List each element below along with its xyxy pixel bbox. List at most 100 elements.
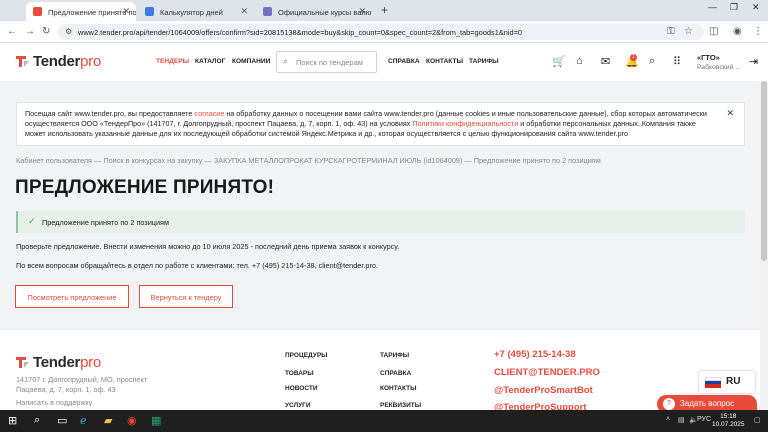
- russia-flag-icon: [705, 377, 721, 389]
- back-icon[interactable]: ←: [7, 26, 17, 37]
- tenderpro-favicon: [33, 7, 42, 16]
- deadline-info: Проверьте предложение. Внести изменения …: [16, 242, 400, 251]
- view-offer-button[interactable]: Посмотреть предложение: [15, 285, 129, 308]
- maximize-icon[interactable]: ❐: [730, 2, 738, 13]
- company-name[interactable]: «ГТО»: [697, 53, 720, 62]
- footer-help[interactable]: СПРАВКА: [380, 370, 411, 377]
- tray-arrow-icon[interactable]: ˄: [666, 416, 670, 423]
- file-explorer-icon[interactable]: ▰: [104, 414, 112, 427]
- logo-mark-icon: [15, 355, 30, 370]
- tab-title: Калькулятор дней: [160, 8, 223, 17]
- logo-mark-icon: [15, 54, 30, 69]
- chat-bubble-icon: ?: [663, 398, 675, 410]
- tab-calculator[interactable]: Калькулятор дней ✕: [138, 2, 254, 21]
- breadcrumb[interactable]: Кабинет пользователя — Поиск в конкурсах…: [16, 156, 601, 165]
- footer-services[interactable]: УСЛУГИ: [285, 402, 311, 409]
- language-selector[interactable]: RU: [699, 371, 755, 393]
- site-info-icon[interactable]: ⚙: [65, 27, 72, 36]
- contact-info: По всем вопросам обращайтесь в отдел по …: [16, 261, 378, 270]
- system-clock[interactable]: 15:18 10.07.2025: [712, 413, 745, 429]
- profile-icon[interactable]: ◉: [733, 26, 742, 37]
- footer-email[interactable]: CLIENT@TENDER.PRO: [494, 367, 600, 378]
- close-tab-icon[interactable]: ✕: [358, 6, 366, 17]
- support-link[interactable]: Написать в поддержку: [16, 398, 92, 408]
- company-region: Рабковский ...: [697, 64, 741, 71]
- site-footer: Tenderpro 141707 г. Долгопрудный, МО, пр…: [0, 329, 760, 413]
- reload-icon[interactable]: ↻: [42, 26, 50, 37]
- new-tab-button[interactable]: +: [381, 3, 388, 17]
- tender-search-input[interactable]: ⌕ Поиск по тендерам: [276, 51, 377, 73]
- check-icon: ✓: [28, 216, 36, 226]
- page-scrollbar[interactable]: [760, 81, 768, 410]
- browser-tab-strip: Предложение принято по 2 п ✕ Калькулятор…: [0, 0, 768, 21]
- footer-requisites[interactable]: РЕКВИЗИТЫ: [380, 402, 421, 409]
- currency-favicon: [263, 7, 272, 16]
- close-tab-icon[interactable]: ✕: [122, 6, 130, 17]
- extensions-icon[interactable]: ◫: [709, 26, 718, 37]
- search-icon: ⌕: [283, 56, 289, 66]
- scrollbar-thumb[interactable]: [761, 81, 767, 261]
- search-icon[interactable]: ⌕: [34, 414, 40, 427]
- tab-active[interactable]: Предложение принято по 2 п ✕: [26, 2, 136, 21]
- notification-badge: 1: [630, 54, 637, 61]
- menu-companies[interactable]: КОМПАНИИ: [232, 58, 270, 65]
- footer-contacts[interactable]: КОНТАКТЫ: [380, 385, 416, 392]
- cookie-notice: Посещая сайт www.tender.pro, вы предоста…: [16, 102, 745, 146]
- ask-label: Задать вопрос: [680, 399, 735, 408]
- url-text: www2.tender.pro/api/tender/1064009/offer…: [78, 28, 523, 37]
- minimize-icon[interactable]: —: [708, 2, 717, 12]
- clock-time: 15:18: [720, 413, 737, 420]
- home-icon[interactable]: ⌂: [576, 55, 583, 67]
- edge-icon[interactable]: ℯ: [80, 414, 87, 427]
- key-icon[interactable]: ⚿: [667, 26, 675, 37]
- forward-icon[interactable]: →: [25, 26, 35, 37]
- tab-currency[interactable]: Официальные курсы валют н ✕: [256, 2, 372, 21]
- search-icon[interactable]: ⌕: [649, 55, 655, 68]
- network-icon[interactable]: ▤: [678, 416, 685, 424]
- clock-date: 10.07.2025: [712, 421, 745, 428]
- site-header: Tenderpro ТЕНДЕРЫ КАТАЛОГ КОМПАНИИ СПРАВ…: [0, 43, 768, 81]
- task-view-icon[interactable]: ▭: [57, 414, 67, 427]
- footer-logo[interactable]: Tenderpro: [15, 354, 101, 371]
- menu-catalog[interactable]: КАТАЛОГ: [195, 58, 225, 65]
- footer-phone[interactable]: +7 (495) 215-14-38: [494, 349, 576, 360]
- bookmark-star-icon[interactable]: ☆: [684, 26, 693, 37]
- logo-text: Tender: [33, 53, 81, 70]
- menu-tariffs[interactable]: ТАРИФЫ: [469, 58, 499, 65]
- back-to-tender-button[interactable]: Вернуться к тендеру: [139, 285, 233, 308]
- footer-tariffs[interactable]: ТАРИФЫ: [380, 352, 409, 359]
- privacy-policy-link[interactable]: Политики конфиденциальности: [412, 119, 518, 128]
- menu-tenders[interactable]: ТЕНДЕРЫ: [156, 58, 189, 65]
- notifications-icon[interactable]: ▢: [754, 416, 761, 424]
- menu-help[interactable]: СПРАВКА: [388, 58, 420, 65]
- url-field[interactable]: ⚙ www2.tender.pro/api/tender/1064009/off…: [58, 24, 704, 40]
- calculator-favicon: [145, 7, 154, 16]
- language-code: RU: [726, 376, 741, 387]
- windows-taskbar: ⊞ ⌕ ▭ ℯ ▰ ◉ ▦ ˄ ▤ 🔈 РУС 15:18 10.07.2025…: [0, 410, 768, 432]
- windows-start-icon[interactable]: ⊞: [8, 414, 17, 427]
- success-alert: ✓ Предложение принято по 2 позициям: [16, 211, 745, 233]
- chrome-icon[interactable]: ◉: [127, 414, 137, 427]
- logout-icon[interactable]: ⇥: [749, 55, 758, 68]
- menu-contacts[interactable]: КОНТАКТЫ: [426, 58, 463, 65]
- footer-procedures[interactable]: ПРОЦЕДУРЫ: [285, 352, 328, 359]
- footer-goods[interactable]: ТОВАРЫ: [285, 370, 314, 377]
- excel-icon[interactable]: ▦: [151, 414, 161, 427]
- footer-telegram-bot[interactable]: @TenderProSmartBot: [494, 385, 593, 396]
- footer-address: 141707 г. Долгопрудный, МО, проспект Пац…: [16, 375, 148, 394]
- page-title: ПРЕДЛОЖЕНИЕ ПРИНЯТО!: [15, 177, 275, 198]
- apps-grid-icon[interactable]: ⠿: [673, 55, 681, 68]
- footer-news[interactable]: НОВОСТИ: [285, 385, 318, 392]
- success-message: Предложение принято по 2 позициям: [42, 218, 170, 227]
- consent-link[interactable]: согласие: [194, 109, 224, 118]
- search-placeholder: Поиск по тендерам: [296, 58, 363, 67]
- tenderpro-logo[interactable]: Tenderpro: [15, 53, 101, 70]
- close-tab-icon[interactable]: ✕: [240, 6, 248, 17]
- mail-icon[interactable]: ✉: [601, 55, 610, 68]
- input-language[interactable]: РУС: [697, 416, 711, 423]
- close-window-icon[interactable]: ✕: [752, 2, 760, 13]
- logo-pro-text: pro: [80, 354, 101, 371]
- close-cookie-icon[interactable]: ✕: [726, 108, 734, 118]
- cart-icon[interactable]: 🛒: [552, 55, 566, 68]
- browser-menu-icon[interactable]: ⋮: [753, 26, 763, 37]
